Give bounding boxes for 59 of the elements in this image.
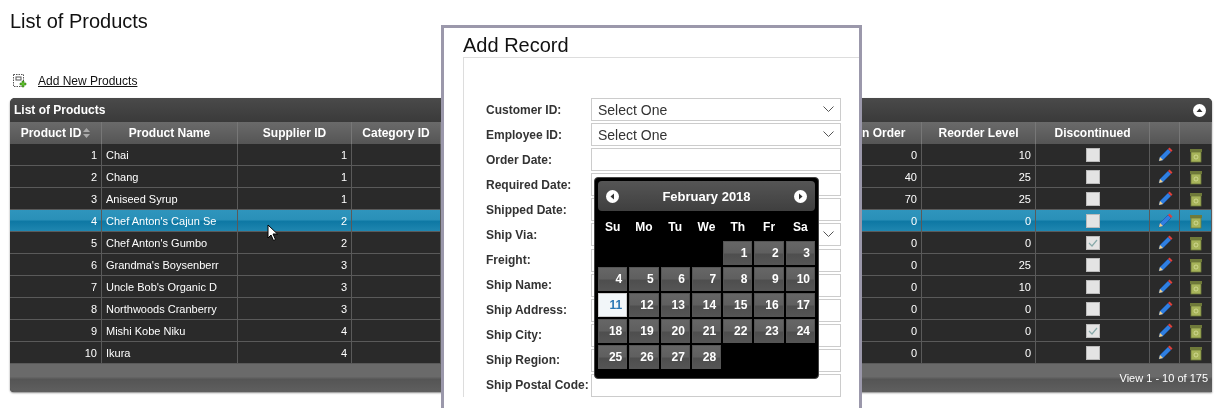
field-label: Ship Address: [486, 303, 568, 318]
table-cell: 0 [922, 320, 1036, 341]
table-cell: 1 [238, 166, 352, 187]
table-cell: 4 [238, 342, 352, 363]
field-label: Freight: [486, 253, 532, 267]
field-label: Ship Postal Code: [486, 378, 590, 393]
weekday-label: Th [729, 219, 747, 236]
table-cell: Chai [102, 144, 238, 165]
table-cell: Northwoods Cranberry [102, 298, 238, 319]
table-cell: 0 [922, 232, 1036, 253]
table-cell: Chang [102, 166, 238, 187]
field-label: Ship Via: [486, 227, 539, 242]
table-cell: 1 [238, 144, 352, 165]
table-cell: 1 [10, 144, 102, 165]
field-label: Ship Name: [486, 278, 553, 293]
table-cell: 9 [10, 320, 102, 341]
field-label: Employee ID: [486, 127, 564, 142]
table-cell: Aniseed Syrup [102, 188, 238, 209]
table-cell: Grandma's Boysenberr [102, 254, 238, 275]
table-cell: 3 [238, 298, 352, 319]
field-label: Order Date: [486, 152, 554, 167]
table-cell: 4 [10, 210, 102, 231]
table-cell: 6 [10, 254, 102, 275]
table-cell: 10 [922, 276, 1036, 297]
table-cell: Mishi Kobe Niku [102, 320, 238, 341]
table-cell: 7 [10, 276, 102, 297]
table-cell: Chef Anton's Gumbo [102, 232, 238, 253]
table-cell: 3 [10, 188, 102, 209]
weekday-label: Fr [762, 219, 777, 236]
weekday-label: Su [603, 219, 622, 236]
table-cell: 1 [238, 188, 352, 209]
table-cell: Ikura [102, 342, 238, 363]
grid-caption: List of Products [14, 103, 106, 117]
table-cell: 25 [922, 166, 1036, 187]
table-cell: 10 [922, 144, 1036, 165]
weekday-label: Tu [667, 219, 684, 236]
table-cell: 3 [238, 254, 352, 275]
weekday-label: Sa [792, 219, 809, 236]
table-cell: Uncle Bob's Organic D [102, 276, 238, 297]
page-title: List of Products [10, 10, 149, 32]
table-cell: 25 [922, 254, 1036, 275]
table-cell: Chef Anton's Cajun Se [102, 210, 238, 231]
table-cell: 5 [10, 232, 102, 253]
pager-info: View 1 - 10 of 175 [1119, 372, 1208, 384]
table-cell: 8 [10, 298, 102, 319]
dialog-title: Add Record [463, 33, 570, 57]
table-cell: 10 [10, 342, 102, 363]
calendar-month: February 2018 [662, 188, 751, 204]
field-label: Customer ID: [486, 102, 563, 117]
weekday-label: We [696, 219, 717, 236]
table-cell: 4 [238, 320, 352, 341]
field-label: Ship City: [486, 328, 543, 343]
table-cell: 3 [238, 276, 352, 297]
table-cell: 0 [922, 210, 1036, 231]
weekday-label: Mo [634, 219, 654, 236]
table-cell: 25 [922, 188, 1036, 209]
table-cell: 0 [922, 298, 1036, 319]
table-cell: 0 [922, 342, 1036, 363]
table-cell: 2 [10, 166, 102, 187]
